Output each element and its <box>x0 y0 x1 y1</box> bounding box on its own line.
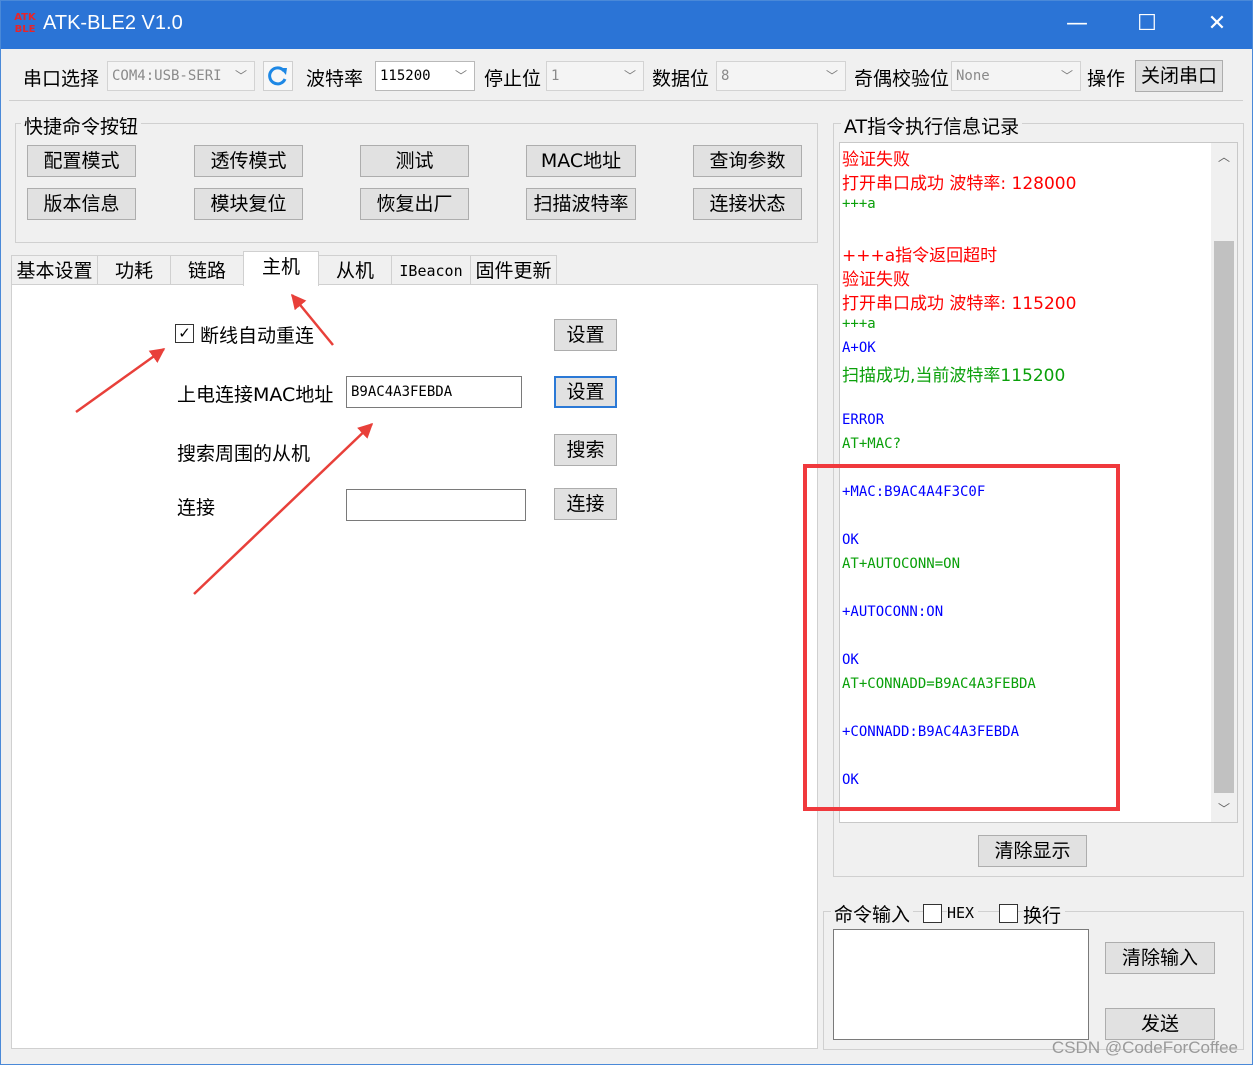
refresh-icon <box>268 66 287 86</box>
log-line: 验证失败 <box>842 150 910 170</box>
search-slaves-label: 搜索周围的从机 <box>177 443 311 465</box>
at-log-title: AT指令执行信息记录 <box>841 112 1023 139</box>
power-mac-input[interactable]: B9AC4A3FEBDA <box>346 376 522 408</box>
connect-label: 连接 <box>177 497 216 519</box>
port-label: 串口选择 <box>23 68 100 90</box>
log-line: 验证失败 <box>842 270 910 290</box>
log-line: AT+AUTOCONN=ON <box>842 556 961 572</box>
log-line: OK <box>842 532 859 548</box>
baud-label: 波特率 <box>306 68 364 90</box>
newline-checkbox[interactable] <box>999 904 1018 923</box>
log-line: AT+MAC? <box>842 436 902 452</box>
tab-power[interactable]: 功耗 <box>97 255 171 285</box>
hex-checkbox[interactable] <box>923 904 942 923</box>
log-line: +MAC:B9AC4A4F3C0F <box>842 484 986 500</box>
quick-commands-title: 快捷命令按钮 <box>21 112 142 139</box>
data-bits-select[interactable]: 8 ﹀ <box>716 61 846 91</box>
auto-reconnect-label: 断线自动重连 <box>200 325 315 347</box>
transparent-mode-button[interactable]: 透传模式 <box>194 145 303 177</box>
factory-reset-button[interactable]: 恢复出厂 <box>360 188 469 220</box>
tab-firmware-update[interactable]: 固件更新 <box>470 255 557 285</box>
log-line: A+OK <box>842 340 876 356</box>
title-bar[interactable]: ATK BLE ATK-BLE2 V1.0 — ☐ ✕ <box>1 1 1252 49</box>
scroll-down-icon[interactable]: ﹀ <box>1211 797 1237 821</box>
log-line: OK <box>842 772 859 788</box>
chevron-down-icon: ﹀ <box>825 69 838 83</box>
scroll-up-icon[interactable]: ︿ <box>1211 145 1237 169</box>
parity-label: 奇偶校验位 <box>854 68 950 90</box>
query-params-button[interactable]: 查询参数 <box>693 145 802 177</box>
stop-bits-label: 停止位 <box>484 68 542 90</box>
checkmark-icon: ✓ <box>178 324 191 342</box>
chevron-down-icon: ﹀ <box>623 69 636 83</box>
log-line: +++a指令返回超时 <box>842 246 998 266</box>
tab-ibeacon[interactable]: IBeacon <box>391 255 471 285</box>
chevron-down-icon: ﹀ <box>454 69 467 83</box>
atk-logo-icon: ATK BLE <box>14 12 36 35</box>
data-bits-value: 8 <box>721 68 730 84</box>
window-title: ATK-BLE2 V1.0 <box>43 12 183 34</box>
module-reset-button[interactable]: 模块复位 <box>194 188 303 220</box>
stop-bits-select[interactable]: 1 ﹀ <box>546 61 644 91</box>
chevron-down-icon: ﹀ <box>1060 69 1073 83</box>
power-mac-set-button[interactable]: 设置 <box>554 376 617 408</box>
scan-baud-button[interactable]: 扫描波特率 <box>526 188 636 220</box>
maximize-button[interactable]: ☐ <box>1112 1 1182 49</box>
tab-host[interactable]: 主机 <box>243 251 319 286</box>
newline-label: 换行 <box>1023 901 1066 928</box>
log-line: +++a <box>842 316 876 332</box>
quick-commands-group <box>15 123 818 243</box>
auto-reconnect-checkbox[interactable]: ✓ <box>175 324 194 343</box>
minimize-button[interactable]: — <box>1042 1 1112 49</box>
mac-address-button[interactable]: MAC地址 <box>526 145 636 177</box>
auto-reconnect-set-button[interactable]: 设置 <box>554 319 617 351</box>
at-log-textarea[interactable]: 验证失败 打开串口成功 波特率: 128000 +++a +++a指令返回超时 验证失败… <box>839 142 1238 823</box>
log-line: OK <box>842 652 859 668</box>
tab-slave[interactable]: 从机 <box>318 255 392 285</box>
hex-label: HEX <box>947 904 979 922</box>
log-line: +CONNADD:B9AC4A3FEBDA <box>842 724 1020 740</box>
app-window: ATK BLE ATK-BLE2 V1.0 — ☐ ✕ 串口选择 COM4:USB… <box>0 0 1253 1065</box>
baud-select-value: 115200 <box>380 68 431 84</box>
log-line: AT+CONNADD=B9AC4A3FEBDA <box>842 676 1036 692</box>
chevron-down-icon: ﹀ <box>234 69 247 83</box>
port-select-value: COM4:USB-SERI <box>112 68 222 84</box>
parity-select[interactable]: None ﹀ <box>951 61 1081 91</box>
close-port-button[interactable]: 关闭串口 <box>1135 60 1223 92</box>
log-line: 扫描成功,当前波特率115200 <box>842 366 1066 386</box>
operation-label: 操作 <box>1087 68 1126 90</box>
tab-link[interactable]: 链路 <box>170 255 244 285</box>
connect-button[interactable]: 连接 <box>554 488 617 520</box>
parity-value: None <box>956 68 990 84</box>
clear-display-button[interactable]: 清除显示 <box>978 835 1087 867</box>
log-scrollbar-thumb[interactable] <box>1214 241 1234 793</box>
version-info-button[interactable]: 版本信息 <box>27 188 136 220</box>
baud-select[interactable]: 115200 ﹀ <box>375 61 475 91</box>
connection-status-button[interactable]: 连接状态 <box>693 188 802 220</box>
refresh-port-button[interactable] <box>263 61 293 91</box>
watermark: CSDN @CodeForCoffee <box>1051 1038 1238 1057</box>
log-line: 打开串口成功 波特率: 128000 <box>842 174 1077 194</box>
log-line: +++a <box>842 196 876 212</box>
log-scrollbar[interactable]: ︿ ﹀ <box>1211 143 1237 822</box>
close-button[interactable]: ✕ <box>1182 1 1252 49</box>
command-input-title: 命令输入 <box>831 900 914 927</box>
config-mode-button[interactable]: 配置模式 <box>27 145 136 177</box>
port-select[interactable]: COM4:USB-SERI ﹀ <box>107 61 255 91</box>
tab-basic-settings[interactable]: 基本设置 <box>11 255 98 285</box>
serial-toolbar: 串口选择 COM4:USB-SERI ﹀ 波特率 115200 ﹀ 停止位 1 … <box>9 54 1243 101</box>
clear-input-button[interactable]: 清除输入 <box>1105 942 1215 974</box>
test-button[interactable]: 测试 <box>360 145 469 177</box>
log-line: ERROR <box>842 412 885 428</box>
connect-address-input[interactable] <box>346 489 526 521</box>
stop-bits-value: 1 <box>551 68 560 84</box>
power-mac-label: 上电连接MAC地址 <box>177 384 334 406</box>
command-input-textarea[interactable] <box>833 929 1089 1040</box>
search-button[interactable]: 搜索 <box>554 434 617 466</box>
host-tab-panel: ✓ 断线自动重连 设置 上电连接MAC地址 B9AC4A3FEBDA 设置 搜索… <box>11 284 818 1049</box>
data-bits-label: 数据位 <box>652 68 710 90</box>
log-line: +AUTOCONN:ON <box>842 604 944 620</box>
log-line: 打开串口成功 波特率: 115200 <box>842 294 1077 314</box>
send-button[interactable]: 发送 <box>1105 1008 1215 1040</box>
